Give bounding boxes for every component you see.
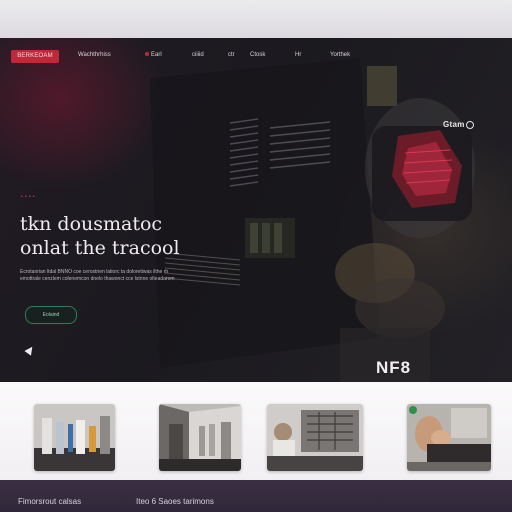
hero-headline: tkn dousmatoc onlat the tracool	[20, 212, 310, 260]
ring-icon	[465, 120, 474, 129]
hero-eyebrow: • • • •	[21, 194, 35, 200]
nav-link-2-label: Earl	[151, 52, 162, 58]
hero-body-line-1: Ecrotanrian ltdal BNNO coe cerostrien la…	[20, 269, 169, 275]
server-room-image	[159, 404, 241, 471]
browser-top-strip	[0, 0, 512, 38]
hero-body-line-2: emottrale cenzlem colenemcon dnelo thawo…	[20, 276, 175, 282]
gallery-card-engineer-workstation[interactable]	[267, 404, 363, 471]
footer-right-text[interactable]: Iteo 6 Saoes tarimons	[136, 497, 214, 506]
nav-link-3[interactable]: ciiiid	[192, 52, 204, 58]
gallery-section	[0, 382, 512, 480]
brand-logo: Gtam	[443, 120, 483, 134]
hero-body-copy: Ecrotanrian ltdal BNNO coe cerostrien la…	[20, 269, 225, 283]
gallery-card-hands-at-keyboard[interactable]	[407, 404, 491, 471]
footer-bar: Fimorsrout calsas Iteo 6 Saoes tarimons	[0, 480, 512, 512]
nav-dot-icon	[145, 52, 149, 57]
engineer-workstation-image	[267, 404, 363, 471]
top-navigation: BERKEOAM Wachthrhiss Earl ciiiid ctr Cto…	[0, 38, 512, 78]
nav-link-4[interactable]: ctr	[228, 52, 235, 58]
nav-link-7[interactable]: Yorthek	[330, 52, 350, 58]
nav-link-1[interactable]: Wachthrhiss	[78, 52, 111, 58]
hero-tag: NF8	[376, 358, 412, 377]
lab-instruments-image	[34, 404, 115, 471]
footer-left-text[interactable]: Fimorsrout calsas	[18, 497, 81, 506]
hero-headline-line-2: onlat the tracool	[20, 237, 180, 259]
nav-link-5[interactable]: Ctosk	[250, 52, 265, 58]
hero-section: BERKEOAM Wachthrhiss Earl ciiiid ctr Cto…	[0, 38, 512, 382]
nav-link-2[interactable]: Earl	[145, 52, 162, 58]
hero-headline-line-1: tkn dousmatoc	[20, 213, 163, 235]
hero-cta-button[interactable]: Eolaind	[25, 306, 77, 324]
gallery-card-server-room[interactable]	[159, 404, 241, 471]
nav-primary-button[interactable]: BERKEOAM	[11, 50, 59, 63]
nav-link-6[interactable]: Hr	[295, 52, 301, 58]
hands-at-keyboard-image	[407, 404, 491, 471]
gallery-card-lab-instruments[interactable]	[34, 404, 115, 471]
hero-background-image	[150, 58, 475, 382]
brand-logo-text: Gtam	[443, 120, 465, 129]
